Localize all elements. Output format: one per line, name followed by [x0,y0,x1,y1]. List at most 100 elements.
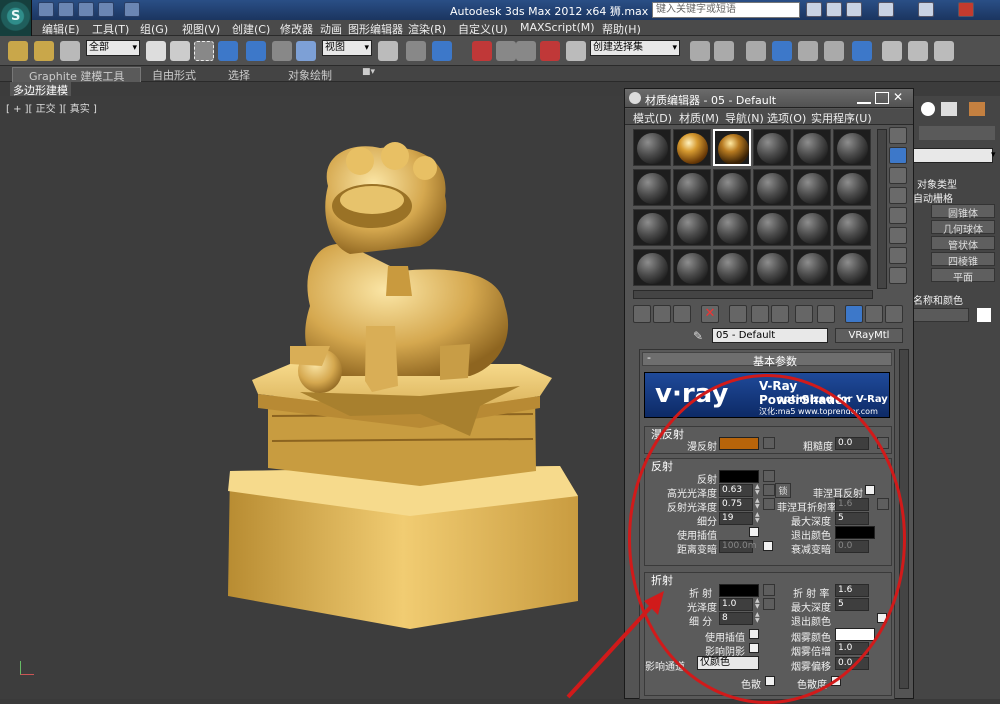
fog-mult-field[interactable]: 1.0 [835,642,869,655]
rotate-icon[interactable] [272,41,292,61]
reset-material-icon[interactable]: ✕ [701,305,719,323]
tab-freeform[interactable]: 自由形式 [152,67,196,83]
put-to-library-icon[interactable] [771,305,789,323]
make-copy-icon[interactable] [729,305,747,323]
refr-max-depth-field[interactable]: 5 [835,598,869,611]
fog-bias-field[interactable]: 0.0 [835,657,869,670]
menu-animation[interactable]: 动画 [320,21,342,37]
material-slot[interactable] [833,129,871,166]
object-color-swatch[interactable] [977,308,991,322]
menu-group[interactable]: 组(G) [140,21,168,37]
roughness-field[interactable]: 0.0 [835,437,869,450]
close-icon[interactable] [958,2,974,17]
reflect-color-swatch[interactable] [719,470,759,483]
material-slot[interactable] [713,249,751,286]
dispersion-checkbox[interactable] [765,676,775,686]
pivot-center-icon[interactable] [378,41,398,61]
help-icon[interactable] [846,2,862,17]
assign-to-selection-icon[interactable] [673,305,691,323]
material-slot[interactable] [673,129,711,166]
rendered-frame-icon[interactable] [908,41,928,61]
rollout-header[interactable]: - 基本参数 [642,351,892,368]
material-slot[interactable] [673,249,711,286]
cone-button[interactable]: 圆锥体 [931,204,995,220]
menu-modes[interactable]: 模式(D) [633,110,672,126]
refl-gloss-spinner[interactable]: ▲ ▼ [755,498,761,511]
material-slot[interactable] [633,169,671,206]
material-slot[interactable] [753,129,791,166]
refl-gloss-map-button[interactable] [763,498,775,510]
menu-create[interactable]: 创建(C) [232,21,270,37]
graphite-toggle-icon[interactable] [772,41,792,61]
create-tab-icon[interactable] [921,102,935,116]
options-icon[interactable] [889,247,907,264]
menu-options[interactable]: 选项(O) [767,110,806,126]
plane-button[interactable]: 平面 [931,268,995,284]
get-material-icon[interactable] [633,305,651,323]
video-color-check-icon[interactable] [889,207,907,224]
schematic-view-icon[interactable] [824,41,844,61]
sample-type-icon[interactable] [889,127,907,144]
material-slot[interactable] [833,209,871,246]
refl-max-depth-field[interactable]: 5 [835,512,869,525]
refract-color-swatch[interactable] [719,584,759,597]
material-editor-icon[interactable] [852,41,872,61]
display-tab-icon[interactable] [941,102,957,116]
move-icon[interactable] [246,41,266,61]
lock-button[interactable]: 锁 [775,483,791,498]
refr-exit-color-checkbox[interactable] [877,613,887,623]
material-slot[interactable] [793,129,831,166]
make-unique-icon[interactable] [751,305,769,323]
material-slot[interactable] [713,129,751,166]
maximize-icon[interactable] [918,2,934,17]
affect-channels-dropdown[interactable]: 仅颜色 [697,656,759,670]
roughness-map-button[interactable] [877,437,889,449]
menu-tools[interactable]: 工具(T) [92,21,129,37]
tab-object-paint[interactable]: 对象绘制 [288,67,332,83]
maximize-icon[interactable] [875,92,889,104]
go-to-parent-icon[interactable] [865,305,883,323]
material-slot[interactable] [753,169,791,206]
material-slot[interactable] [793,169,831,206]
menu-rendering[interactable]: 渲染(R) [408,21,446,37]
auto-grid-label[interactable]: 自动栅格 [913,190,953,205]
dim-distance-checkbox[interactable] [763,541,773,551]
dim-falloff-field[interactable]: 0.0 [835,540,869,553]
refl-subdivs-spinner[interactable]: ▲ ▼ [755,512,761,525]
refr-gloss-map-button[interactable] [763,598,775,610]
angle-snap-icon[interactable] [496,41,516,61]
refract-map-button[interactable] [763,584,775,596]
binoculars-icon[interactable] [806,2,822,17]
category-icons-row[interactable] [919,126,995,140]
percent-snap-icon[interactable] [516,41,536,61]
open-file-icon[interactable] [58,2,74,17]
snaps-toggle-icon[interactable] [472,41,492,61]
menu-customize[interactable]: 自定义(U) [458,21,508,37]
object-name-field[interactable] [913,308,969,322]
put-to-scene-icon[interactable] [653,305,671,323]
fresnel-ior-field[interactable]: 1.6 [835,498,869,511]
unlink-icon[interactable] [34,41,54,61]
backlight-icon[interactable] [889,147,907,164]
material-slot[interactable] [833,169,871,206]
material-slot[interactable] [673,209,711,246]
viewport[interactable]: [ + ][ 正交 ][ 真实 ] [0,96,624,699]
material-slot[interactable] [753,249,791,286]
undo-icon[interactable] [98,2,114,17]
refl-gloss-field[interactable]: 0.75 [719,498,753,511]
selection-filter-dropdown[interactable]: 全部 [86,40,140,56]
ior-field[interactable]: 1.6 [835,584,869,597]
minimize-icon[interactable] [857,92,871,104]
material-slot[interactable] [753,209,791,246]
redo-icon[interactable] [124,2,140,17]
menu-utilities[interactable]: 实用程序(U) [811,110,872,126]
minimize-icon[interactable] [878,2,894,17]
render-teapot-icon[interactable] [934,41,954,61]
refl-subdivs-field[interactable]: 19 [719,512,753,525]
abbe-checkbox[interactable] [831,676,841,686]
star-icon[interactable] [826,2,842,17]
sample-uv-tiling-icon[interactable] [889,187,907,204]
curve-editor-icon[interactable] [798,41,818,61]
material-slot[interactable] [833,249,871,286]
refl-use-interp-checkbox[interactable] [749,527,759,537]
